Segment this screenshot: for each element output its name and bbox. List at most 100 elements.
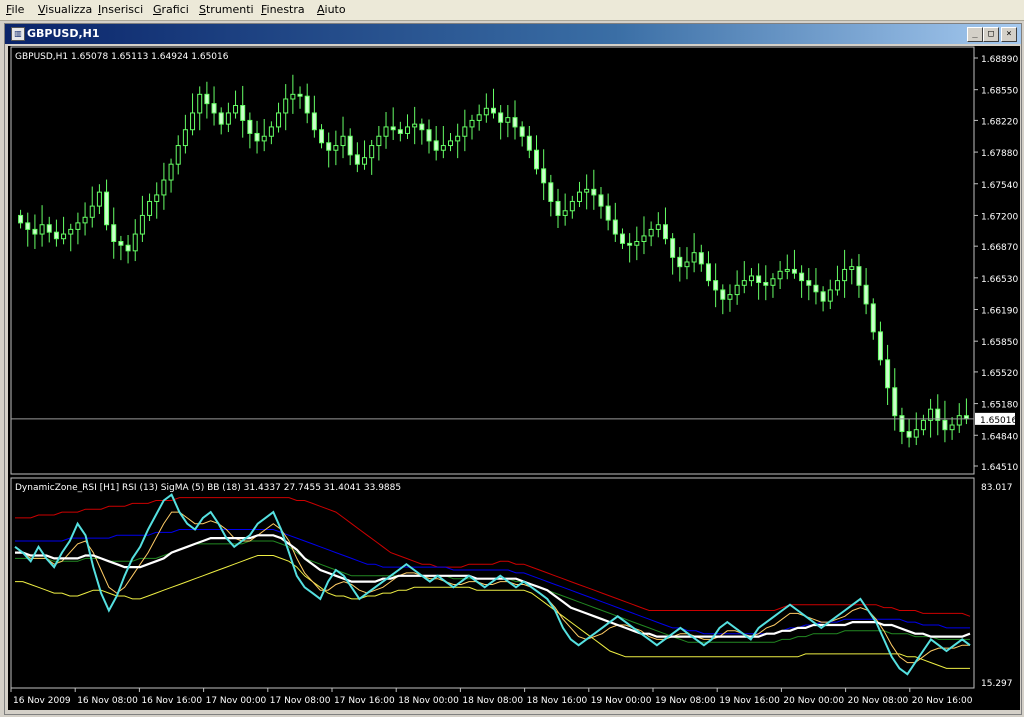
price-tick-label: 1.66870	[981, 243, 1018, 253]
candle-body	[627, 242, 633, 246]
candle-body	[913, 429, 919, 438]
chart-window-icon: ▥	[11, 27, 25, 41]
candle-body	[433, 140, 439, 151]
candle-body	[799, 272, 805, 282]
candle-body	[605, 205, 611, 221]
candle-body	[225, 112, 231, 125]
time-tick-label: 18 Nov 08:00	[462, 696, 523, 706]
candle-body	[68, 228, 74, 235]
candle-body	[820, 291, 826, 302]
candle-body	[118, 241, 124, 246]
menu-visualizza[interactable]: Visualizza	[38, 3, 92, 16]
candle-body	[634, 241, 640, 246]
candle-body	[734, 284, 740, 296]
price-tick-label: 1.64510	[981, 463, 1018, 473]
candle-body	[419, 123, 425, 131]
candle-body	[25, 222, 31, 230]
candle-body	[204, 93, 210, 105]
candle-body	[892, 387, 898, 417]
candle-body	[440, 145, 446, 151]
candle-body	[147, 200, 153, 216]
candle-body	[233, 105, 239, 114]
candle-body	[89, 205, 95, 218]
candle-body	[741, 280, 747, 286]
candle-body	[863, 284, 869, 305]
window-titlebar[interactable]: ▥ GBPUSD,H1 _ □ ×	[5, 24, 1021, 44]
candle-body	[197, 93, 203, 114]
price-tick-label: 1.65180	[981, 401, 1018, 411]
menu-aiuto[interactable]: Aiuto	[317, 3, 346, 16]
candle-body	[806, 280, 812, 286]
candle-body	[619, 233, 625, 244]
candle-body	[182, 129, 188, 147]
candle-body	[261, 135, 267, 142]
minimize-button[interactable]: _	[967, 27, 983, 42]
candle-body	[304, 95, 310, 114]
candle-body	[698, 252, 704, 265]
price-tick-label: 1.68550	[981, 87, 1018, 97]
candle-body	[268, 126, 274, 137]
candle-body	[276, 112, 282, 128]
candle-body	[756, 275, 762, 283]
candle-body	[75, 222, 81, 230]
time-tick-label: 19 Nov 00:00	[591, 696, 652, 706]
candle-body	[397, 129, 403, 134]
candle-body	[899, 415, 905, 433]
maximize-button[interactable]: □	[983, 27, 999, 42]
candle-body	[784, 268, 790, 272]
time-tick-label: 17 Nov 00:00	[206, 696, 267, 706]
candle-body	[319, 129, 325, 144]
menu-finestra[interactable]: Finestra	[261, 3, 305, 16]
menu-strumenti[interactable]: Strumenti	[199, 3, 254, 16]
indicator-tick-label: 15.297	[981, 679, 1013, 689]
candle-body	[175, 145, 181, 165]
candle-body	[670, 238, 676, 258]
candle-body	[920, 419, 926, 431]
candle-body	[655, 224, 661, 230]
close-button[interactable]: ×	[1001, 27, 1017, 42]
menu-inserisci[interactable]: Inserisci	[98, 3, 143, 16]
candle-body	[576, 191, 582, 202]
candle-body	[333, 145, 339, 151]
candle-body	[505, 117, 511, 123]
price-tick-label: 1.68220	[981, 117, 1018, 127]
candle-body	[612, 219, 618, 235]
indicator-title: DynamicZone_RSI [H1] RSI (13) SigMA (5) …	[15, 483, 401, 493]
candle-body	[39, 224, 45, 235]
candle-body	[963, 415, 969, 419]
time-tick-label: 20 Nov 00:00	[783, 696, 844, 706]
window-title: GBPUSD,H1	[27, 27, 100, 40]
price-panel-title: GBPUSD,H1 1.65078 1.65113 1.64924 1.6501…	[15, 52, 229, 62]
candle-body	[777, 270, 783, 280]
candle-body	[842, 268, 848, 282]
candle-body	[562, 210, 568, 216]
candle-body	[82, 216, 88, 224]
candle-body	[383, 126, 389, 137]
candle-body	[770, 278, 776, 286]
candle-body	[376, 135, 382, 147]
menu-file[interactable]: File	[6, 3, 24, 16]
price-tick-label: 1.66530	[981, 275, 1018, 285]
candle-body	[569, 200, 575, 212]
candle-body	[512, 117, 518, 128]
candle-body	[491, 107, 496, 114]
candle-body	[254, 132, 260, 142]
candle-body	[168, 163, 174, 181]
candle-body	[483, 107, 489, 116]
candle-body	[426, 129, 432, 142]
price-tick-label: 1.67880	[981, 149, 1018, 159]
menu-grafici[interactable]: Grafici	[153, 3, 189, 16]
time-tick-label: 17 Nov 16:00	[334, 696, 395, 706]
indicator-tick-label: 83.017	[981, 483, 1013, 493]
price-tick-label: 1.65850	[981, 338, 1018, 348]
candle-body	[53, 231, 59, 240]
candle-body	[18, 214, 24, 224]
chart-canvas[interactable]: 1.68890 1.68550 1.68220 1.67880 1.67540 1.672…	[8, 46, 1020, 710]
candle-body	[691, 252, 697, 263]
candle-body	[498, 112, 504, 123]
candle-body	[154, 194, 160, 202]
menu-bar: File Visualizza Inserisci Grafici Strume…	[0, 0, 1024, 21]
time-tick-label: 16 Nov 16:00	[141, 696, 202, 706]
candle-body	[455, 135, 461, 142]
candle-body	[763, 281, 769, 286]
